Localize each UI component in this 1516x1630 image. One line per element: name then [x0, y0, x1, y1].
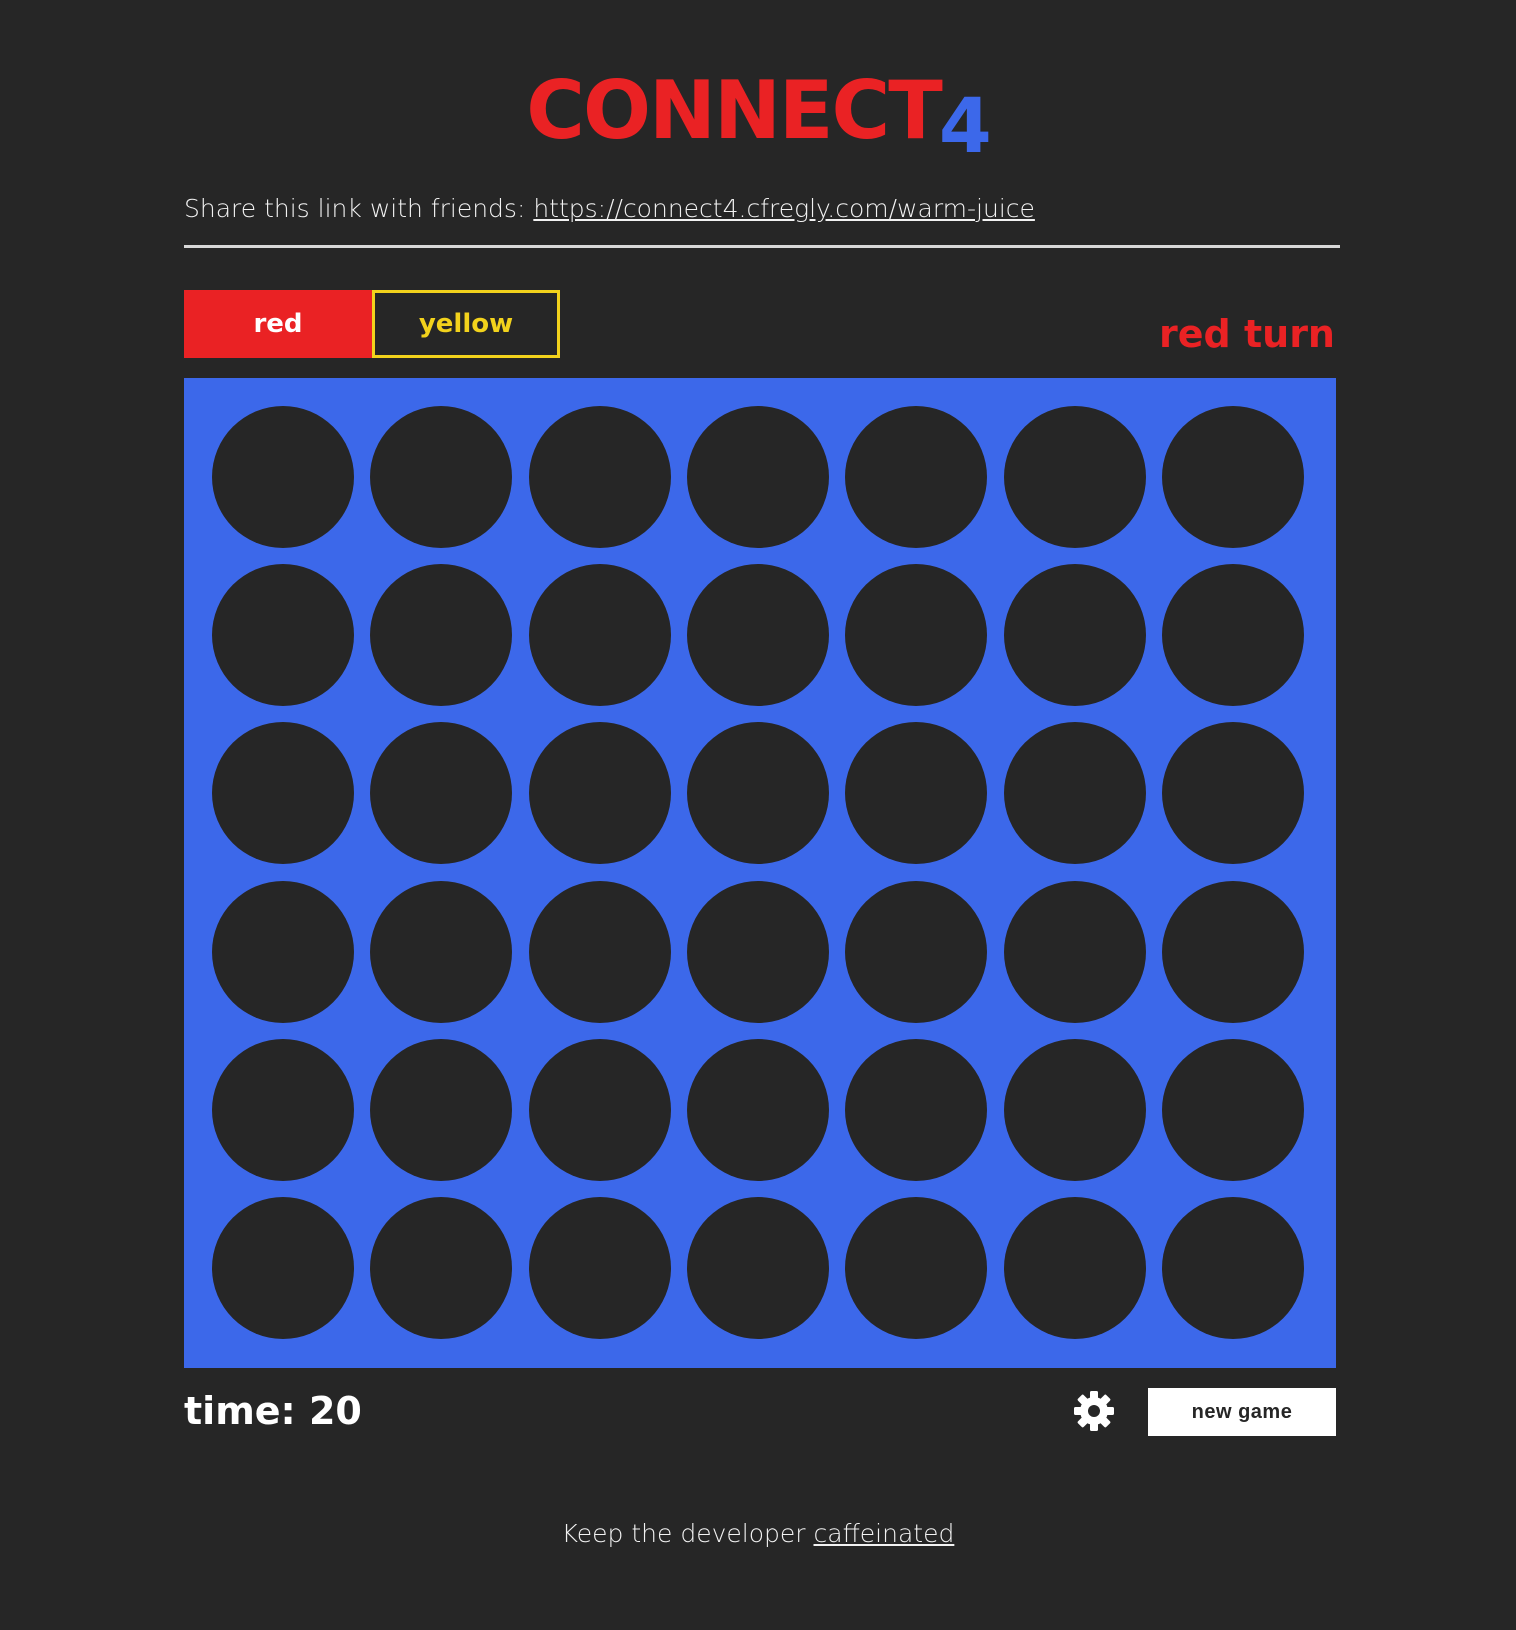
- board-slot-r1-c3[interactable]: [529, 406, 671, 548]
- board-slot-r1-c1[interactable]: [212, 406, 354, 548]
- board-slot-r6-c1[interactable]: [212, 1197, 354, 1339]
- footer-text: Keep the developer: [561, 1519, 806, 1548]
- board-slot-r3-c4[interactable]: [687, 722, 829, 864]
- board-slot-r6-c2[interactable]: [370, 1197, 512, 1339]
- caffeinated-link[interactable]: caffeinated: [814, 1519, 955, 1548]
- board-slot-r1-c2[interactable]: [370, 406, 512, 548]
- gear-icon: [1074, 1391, 1114, 1431]
- board-slot-r2-c5[interactable]: [845, 564, 987, 706]
- board-slot-r1-c4[interactable]: [687, 406, 829, 548]
- board-slot-r4-c4[interactable]: [687, 881, 829, 1023]
- board-slot-r5-c7[interactable]: [1162, 1039, 1304, 1181]
- board-slot-r1-c5[interactable]: [845, 406, 987, 548]
- board-slot-r2-c3[interactable]: [529, 564, 671, 706]
- board-slot-r5-c2[interactable]: [370, 1039, 512, 1181]
- board-slot-r4-c6[interactable]: [1004, 881, 1146, 1023]
- board-slot-r2-c6[interactable]: [1004, 564, 1146, 706]
- board-slot-r5-c4[interactable]: [687, 1039, 829, 1181]
- board-slot-r3-c6[interactable]: [1004, 722, 1146, 864]
- board-slot-r6-c5[interactable]: [845, 1197, 987, 1339]
- player-selector: red yellow: [184, 290, 560, 358]
- board-slot-r3-c2[interactable]: [370, 722, 512, 864]
- board-slot-r5-c5[interactable]: [845, 1039, 987, 1181]
- board-slot-r3-c5[interactable]: [845, 722, 987, 864]
- app-logo: CONNECT4: [0, 64, 1516, 171]
- player-yellow-button[interactable]: yellow: [372, 290, 560, 358]
- logo-number: 4: [938, 81, 992, 170]
- timer: time: 20: [184, 1389, 362, 1433]
- board-slot-r6-c4[interactable]: [687, 1197, 829, 1339]
- board-slot-r2-c1[interactable]: [212, 564, 354, 706]
- board-slot-r2-c7[interactable]: [1162, 564, 1304, 706]
- board-slot-r2-c4[interactable]: [687, 564, 829, 706]
- share-link[interactable]: https://connect4.cfregly.com/warm-juice: [533, 194, 1035, 223]
- player-red-button[interactable]: red: [184, 290, 372, 358]
- board-slot-r4-c7[interactable]: [1162, 881, 1304, 1023]
- board-slot-r3-c3[interactable]: [529, 722, 671, 864]
- new-game-button[interactable]: new game: [1148, 1388, 1336, 1436]
- board-slot-r1-c6[interactable]: [1004, 406, 1146, 548]
- board-slot-r6-c7[interactable]: [1162, 1197, 1304, 1339]
- logo-word: CONNECT: [526, 64, 943, 157]
- share-label: Share this link with friends:: [184, 194, 526, 223]
- board-slot-r4-c3[interactable]: [529, 881, 671, 1023]
- board-slot-r6-c3[interactable]: [529, 1197, 671, 1339]
- game-board: [184, 378, 1336, 1368]
- divider: [184, 245, 1340, 248]
- board-slot-r4-c5[interactable]: [845, 881, 987, 1023]
- board-slot-r4-c1[interactable]: [212, 881, 354, 1023]
- board-slot-r3-c1[interactable]: [212, 722, 354, 864]
- share-link-row: Share this link with friends: https://co…: [184, 190, 1035, 228]
- board-slot-r5-c3[interactable]: [529, 1039, 671, 1181]
- board-slot-r1-c7[interactable]: [1162, 406, 1304, 548]
- board-slot-r3-c7[interactable]: [1162, 722, 1304, 864]
- board-slot-r4-c2[interactable]: [370, 881, 512, 1023]
- board-slot-r5-c6[interactable]: [1004, 1039, 1146, 1181]
- board-slot-r2-c2[interactable]: [370, 564, 512, 706]
- board-slot-r5-c1[interactable]: [212, 1039, 354, 1181]
- settings-button[interactable]: [1073, 1390, 1115, 1432]
- turn-indicator: red turn: [1159, 312, 1335, 356]
- board-slot-r6-c6[interactable]: [1004, 1197, 1146, 1339]
- footer: Keep the developer caffeinated: [0, 1515, 1516, 1553]
